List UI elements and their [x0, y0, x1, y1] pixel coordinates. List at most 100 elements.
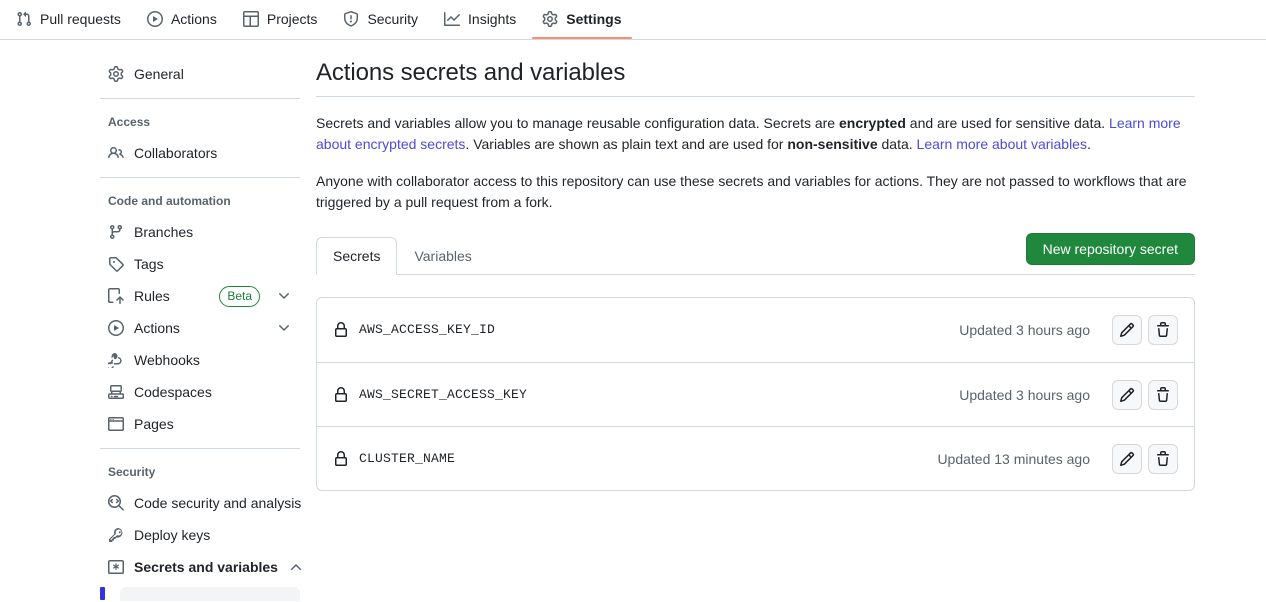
sidebar-item-actions[interactable]: Actions [100, 312, 300, 344]
secret-name: CLUSTER_NAME [359, 450, 456, 466]
table-row[interactable]: AWS_ACCESS_KEY_ID Updated 3 hours ago [317, 298, 1194, 362]
table-row[interactable]: AWS_SECRET_ACCESS_KEY Updated 3 hours ag… [317, 362, 1194, 426]
table-icon [242, 11, 259, 27]
sidebar-item-label: Webhooks [134, 352, 200, 368]
sidebar-item-general[interactable]: General [100, 58, 300, 90]
page-title: Actions secrets and variables [316, 59, 626, 86]
graph-icon [444, 11, 461, 27]
secrets-variables-tabs: Secrets Variables New repository secret [316, 233, 1195, 275]
intro-text-5: . [1086, 136, 1091, 152]
sidebar-item-label: Rules [134, 288, 170, 304]
repo-nav-insights[interactable]: Insights [434, 0, 526, 38]
lock-icon [333, 386, 349, 403]
repo-nav-label: Pull requests [40, 11, 121, 27]
sidebar-item-codespaces[interactable]: Codespaces [100, 376, 300, 408]
asterisk-icon [108, 559, 124, 575]
tab-variables[interactable]: Variables [397, 237, 488, 275]
pencil-icon [1119, 451, 1135, 467]
intro-text-3: . Variables are shown as plain text and … [465, 136, 788, 152]
people-icon [108, 145, 124, 161]
git-pull-request-icon [16, 11, 32, 27]
sidebar-subitem-row[interactable] [120, 587, 300, 601]
beta-badge: Beta [219, 285, 260, 307]
intro-text-4: data. [877, 136, 917, 152]
play-circle-icon [146, 11, 163, 27]
sidebar-item-deploy-keys[interactable]: Deploy keys [100, 519, 300, 551]
sidebar-item-branches[interactable]: Branches [100, 216, 300, 248]
sidebar-item-label: Collaborators [134, 145, 218, 161]
secret-name: AWS_SECRET_ACCESS_KEY [359, 386, 528, 402]
gear-icon [542, 11, 558, 27]
repo-nav-label: Settings [566, 11, 622, 27]
edit-secret-button[interactable] [1112, 443, 1142, 474]
git-branch-icon [108, 224, 124, 240]
sidebar-item-label: Tags [134, 256, 164, 272]
chevron-down-icon[interactable] [276, 288, 292, 304]
delete-secret-button[interactable] [1148, 315, 1178, 345]
delete-secret-button[interactable] [1148, 443, 1178, 474]
sidebar-heading-security: Security [108, 465, 156, 479]
sidebar-item-label: Code security and analysis [134, 495, 302, 511]
table-row[interactable]: CLUSTER_NAME Updated 13 minutes ago [317, 426, 1194, 490]
tag-icon [108, 256, 124, 272]
play-circle-icon [108, 320, 124, 336]
sidebar-item-tags[interactable]: Rules Tags [100, 248, 300, 280]
intro-text-1: Secrets and variables allow you to manag… [316, 115, 839, 131]
repo-nav-pull-requests[interactable]: Pull requests [6, 0, 131, 38]
webhook-icon [108, 352, 124, 368]
settings-sidebar: General Access Collaborators Code and au… [0, 58, 316, 601]
delete-secret-button[interactable] [1148, 379, 1178, 410]
repo-nav-actions[interactable]: Actions [137, 0, 227, 38]
main-content: Actions secrets and variables Secrets an… [316, 58, 1266, 601]
trash-icon [1155, 450, 1171, 467]
repo-nav-label: Projects [266, 11, 318, 27]
key-icon [108, 527, 124, 543]
trash-icon [1155, 386, 1171, 403]
chevron-down-icon[interactable] [276, 320, 292, 336]
sidebar-divider [100, 448, 300, 449]
edit-secret-button[interactable] [1112, 379, 1142, 410]
sidebar-item-rules[interactable]: Rules Beta [100, 280, 300, 312]
repo-nav-projects[interactable]: Projects [233, 0, 328, 38]
codespaces-icon [108, 384, 124, 400]
browser-icon [108, 416, 124, 432]
secrets-table: AWS_ACCESS_KEY_ID Updated 3 hours ago AW… [316, 297, 1195, 491]
sidebar-submenu-indicator [100, 587, 300, 601]
edit-secret-button[interactable] [1112, 315, 1142, 345]
lock-icon [333, 450, 349, 467]
gear-icon [108, 66, 124, 82]
sidebar-item-label: Deploy keys [134, 527, 211, 543]
page-body: General Access Collaborators Code and au… [0, 40, 1266, 601]
pencil-icon [1119, 387, 1135, 403]
repo-nav-label: Insights [468, 11, 517, 27]
secret-updated: Updated 13 minutes ago [937, 450, 1090, 467]
pencil-icon [1119, 322, 1135, 338]
intro-paragraph: Secrets and variables allow you to manag… [316, 113, 1195, 155]
intro-text-2: and are used for sensitive data. [905, 115, 1110, 131]
repo-nav-settings[interactable]: Settings [532, 0, 632, 39]
lock-icon [333, 322, 349, 338]
new-repository-secret-button[interactable]: New repository secret [1025, 233, 1195, 265]
tab-secrets[interactable]: Secrets [316, 237, 398, 275]
repo-nav-label: Actions [170, 11, 217, 27]
chevron-up-icon[interactable] [288, 559, 304, 575]
sidebar-item-label: Secrets and variables [134, 559, 278, 575]
secret-updated: Updated 3 hours ago [959, 322, 1090, 338]
sidebar-item-webhooks[interactable]: Webhooks [100, 344, 300, 376]
link-variables[interactable]: Learn more about variables [917, 136, 1087, 152]
repo-nav: Pull requests Actions Projects Security … [0, 0, 1266, 40]
sidebar-item-label: Pages [134, 416, 174, 432]
rules-icon [108, 288, 124, 304]
sidebar-divider [100, 177, 300, 178]
repo-nav-label: Security [367, 11, 419, 27]
sidebar-item-pages[interactable]: Pages [100, 408, 300, 440]
shield-icon [343, 11, 359, 27]
sidebar-item-secrets-and-variables[interactable]: Secrets and variables [100, 551, 301, 583]
sidebar-divider [100, 98, 300, 99]
sidebar-item-code-security-and-analysis[interactable]: Code security and analysis [100, 487, 302, 519]
sidebar-item-collaborators[interactable]: Collaborators [100, 137, 300, 169]
intro-bold-encrypted: encrypted [838, 115, 906, 131]
sidebar-item-label: Codespaces [134, 384, 212, 400]
sidebar-item-label: Actions [134, 320, 180, 336]
repo-nav-security[interactable]: Security [333, 0, 428, 38]
